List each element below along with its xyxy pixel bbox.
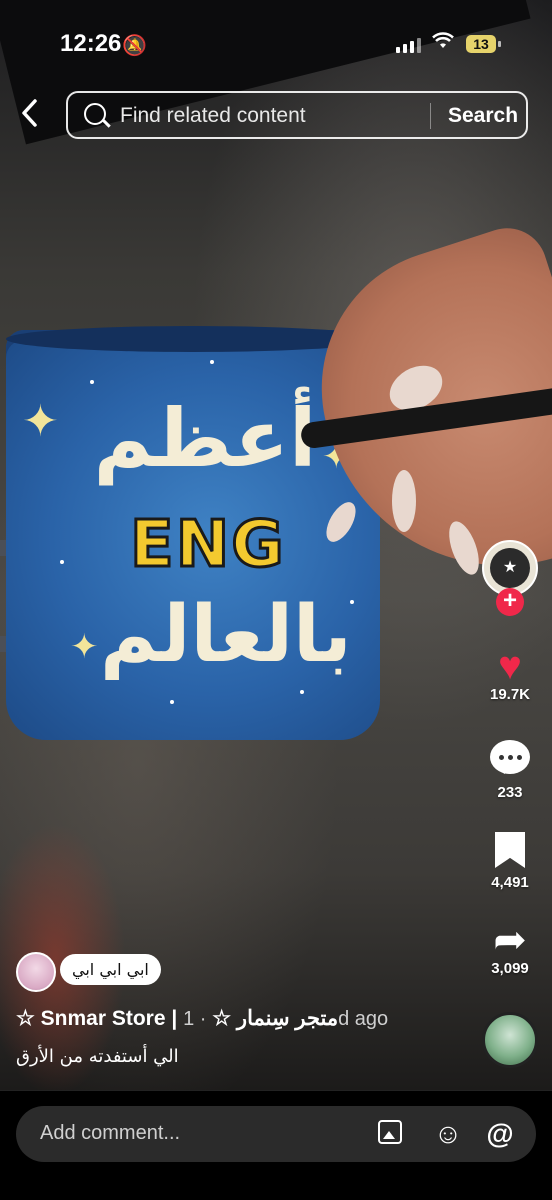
share-count: 3,099 <box>491 960 529 977</box>
sticker-avatar <box>16 952 56 992</box>
mug-text-line3: بالعالم <box>100 590 352 680</box>
mug-star: ✦ <box>70 628 99 666</box>
emoji-icon[interactable]: ☺ <box>432 1118 464 1150</box>
mug-dot <box>170 700 174 704</box>
mug-dot <box>90 380 94 384</box>
like-count: 19.7K <box>489 686 531 703</box>
search-icon <box>84 103 106 125</box>
mug-star: ✦ <box>22 397 59 446</box>
comment-icon <box>490 740 530 774</box>
status-time: 12:26 <box>60 30 122 57</box>
mug-text-line1: أعظم <box>93 392 317 485</box>
fingernail <box>392 470 416 532</box>
comment-button[interactable]: 233 <box>478 740 542 801</box>
share-button[interactable]: ➦ 3,099 <box>478 920 542 977</box>
search-input[interactable]: Find related content <box>120 104 306 128</box>
bell-slash-icon: 🔕 <box>122 35 147 57</box>
mug-dot <box>210 360 214 364</box>
search-button[interactable]: Search <box>448 104 518 128</box>
mug-dot <box>300 690 304 694</box>
save-button[interactable]: 4,491 <box>478 832 542 891</box>
chevron-left-icon <box>22 99 37 127</box>
sticker-bubble: ابي ابي ابي <box>60 954 161 985</box>
mug-text-eng: ENG <box>129 507 286 584</box>
comment-count: 233 <box>497 784 523 801</box>
bookmark-icon <box>495 832 525 868</box>
video-description[interactable]: الي أستفدته من الأرق <box>16 1046 179 1067</box>
save-count: 4,491 <box>491 874 529 891</box>
like-button[interactable]: ♥ 19.7K <box>478 646 542 703</box>
battery-indicator: 13 <box>466 35 501 53</box>
mug-rim <box>6 326 380 352</box>
share-icon: ➦ <box>493 918 527 962</box>
author-name[interactable]: ☆ Snmar Store | متجر سِنمار ☆ <box>16 1007 338 1030</box>
comment-input[interactable]: Add comment... ☺ @ <box>16 1106 536 1162</box>
image-icon[interactable] <box>378 1120 402 1144</box>
store-logo <box>490 548 530 588</box>
back-button[interactable] <box>18 98 48 134</box>
video-frame[interactable]: ✦ ✦ ✦ أعظم ENG بالعالم <box>0 0 552 1090</box>
music-disc[interactable] <box>482 1012 538 1068</box>
divider <box>0 1090 552 1091</box>
search-divider <box>430 103 431 129</box>
status-bar: 12:26 🔕 13 <box>0 0 552 90</box>
comment-placeholder: Add comment... <box>40 1122 181 1144</box>
comment-bar: Add comment... ☺ @ <box>0 1090 552 1200</box>
follow-button[interactable]: + <box>496 588 524 616</box>
at-icon[interactable]: @ <box>484 1118 516 1150</box>
search-bar[interactable]: Find related content Search <box>66 91 528 139</box>
signal-icon <box>396 38 421 53</box>
mug-dot <box>60 560 64 564</box>
wifi-icon <box>432 30 454 56</box>
author-line[interactable]: ☆ Snmar Store | متجر سِنمار ☆ · 1d ago <box>16 1006 388 1031</box>
heart-icon: ♥ <box>498 644 522 688</box>
